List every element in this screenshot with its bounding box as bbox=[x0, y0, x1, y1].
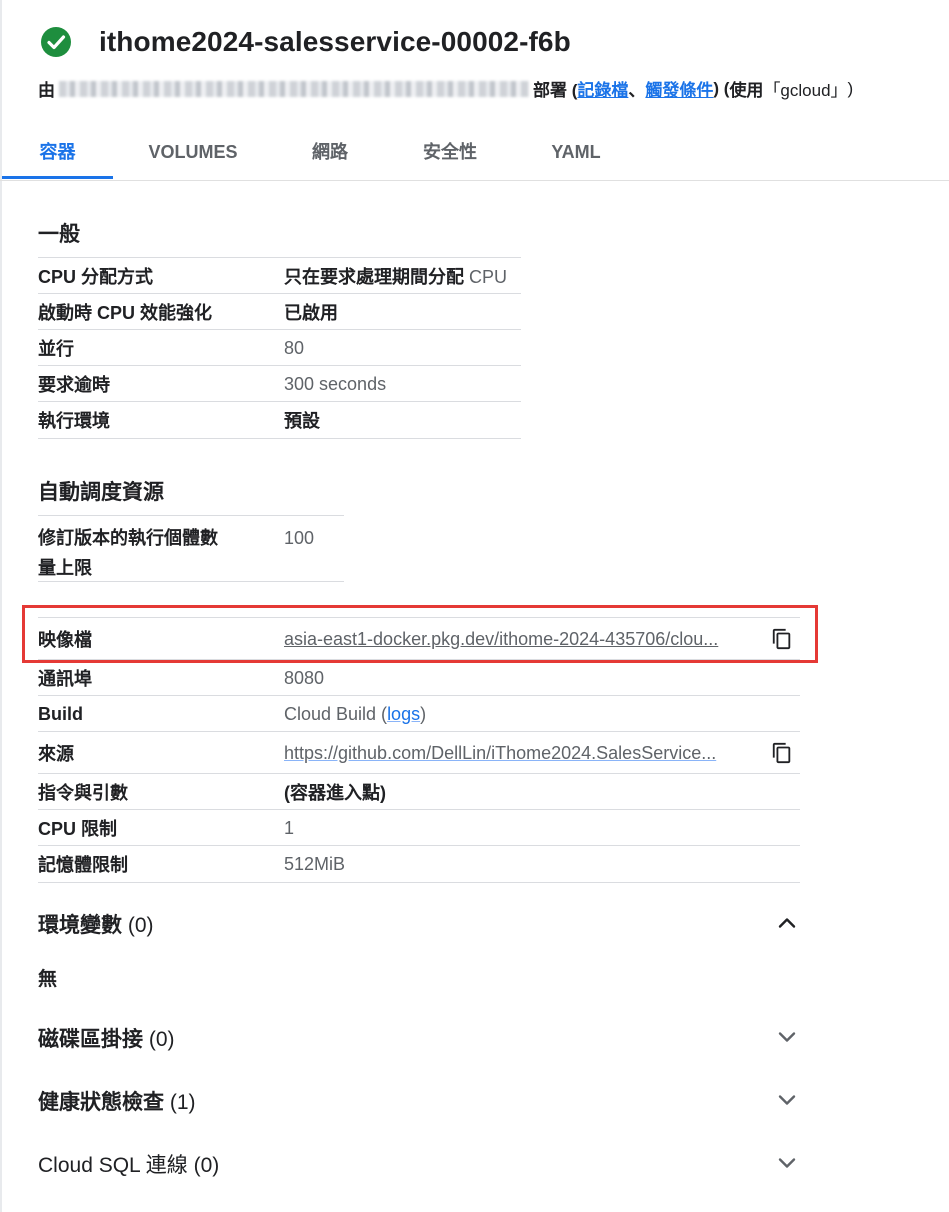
table-row: 指令與引數 (容器進入點) bbox=[38, 773, 800, 810]
table-row: 要求逾時 300 seconds bbox=[38, 365, 521, 402]
table-row: 修訂版本的執行個體數 量上限 100 bbox=[38, 515, 344, 582]
env-vars-empty: 無 bbox=[38, 969, 58, 990]
concurrency-key: 並行 bbox=[38, 339, 74, 359]
copy-icon[interactable] bbox=[771, 742, 793, 764]
table-row: 來源 https://github.com/DellLin/iThome2024… bbox=[38, 731, 800, 774]
cloudsql-connections-label: Cloud SQL 連線 (0) bbox=[38, 1154, 220, 1177]
volume-mounts-label: 磁碟區掛接 (0) bbox=[38, 1028, 175, 1051]
execution-env-value: 預設 bbox=[284, 411, 320, 431]
separator: 、 bbox=[628, 81, 646, 100]
deploy-suffix-2: ) bbox=[847, 78, 854, 98]
active-tab-indicator bbox=[2, 176, 113, 179]
request-timeout-value: 300 seconds bbox=[284, 373, 387, 394]
build-logs-link[interactable]: logs bbox=[387, 704, 420, 724]
autoscale-section-title: 自動調度資源 bbox=[38, 481, 164, 504]
tab-bar: 容器 VOLUMES 網路 安全性 YAML bbox=[0, 126, 949, 181]
cpu-limit-value: 1 bbox=[284, 817, 295, 838]
revision-title: ithome2024-salesservice-00002-f6b bbox=[99, 26, 571, 57]
chevron-down-icon[interactable] bbox=[775, 1151, 799, 1175]
env-vars-label: 環境變數 (0) bbox=[38, 914, 154, 937]
page-header: ithome2024-salesservice-00002-f6b bbox=[40, 26, 571, 58]
concurrency-value: 80 bbox=[284, 337, 305, 358]
memory-limit-key: 記憶體限制 bbox=[38, 855, 128, 875]
tab-yaml[interactable]: YAML bbox=[530, 126, 622, 179]
memory-limit-value: 512MiB bbox=[284, 853, 346, 874]
health-checks-header[interactable]: 健康狀態檢查 (1) bbox=[38, 1086, 800, 1116]
chevron-down-icon[interactable] bbox=[775, 1088, 799, 1112]
table-row: CPU 限制 1 bbox=[38, 809, 800, 846]
trigger-link[interactable]: 觸發條件 bbox=[645, 76, 713, 101]
deploy-info: 由 部署 ( 記錄檔 、 觸發條件 ) ( 使用 「gcloud」 ) bbox=[38, 76, 853, 101]
tab-security[interactable]: 安全性 bbox=[400, 126, 500, 179]
cloudsql-connections-header[interactable]: Cloud SQL 連線 (0) bbox=[38, 1149, 800, 1179]
chevron-down-icon[interactable] bbox=[775, 1025, 799, 1049]
source-link[interactable]: https://github.com/DellLin/iThome2024.Sa… bbox=[284, 743, 716, 764]
max-instances-key: 修訂版本的執行個體數 量上限 bbox=[38, 528, 218, 578]
check-circle-icon bbox=[41, 27, 71, 57]
table-row: 執行環境 預設 bbox=[38, 401, 521, 439]
env-vars-header[interactable]: 環境變數 (0) bbox=[38, 909, 800, 939]
command-args-key: 指令與引數 bbox=[38, 783, 128, 803]
max-instances-value: 100 bbox=[284, 528, 315, 548]
chevron-up-icon[interactable] bbox=[775, 911, 799, 935]
tab-volumes[interactable]: VOLUMES bbox=[128, 126, 258, 179]
table-row: 並行 80 bbox=[38, 329, 521, 366]
tab-containers[interactable]: 容器 bbox=[2, 126, 113, 179]
build-key: Build bbox=[38, 703, 83, 724]
gcloud-text: 「gcloud」 bbox=[763, 81, 848, 100]
startup-boost-value: 已啟用 bbox=[284, 303, 338, 323]
tab-networking[interactable]: 網路 bbox=[290, 126, 370, 179]
request-timeout-key: 要求逾時 bbox=[38, 375, 110, 395]
deploy-suffix-1: ) ( bbox=[713, 78, 730, 98]
use-text: 使用 bbox=[729, 81, 764, 100]
table-row: 記憶體限制 512MiB bbox=[38, 845, 800, 883]
source-key: 來源 bbox=[38, 744, 74, 764]
table-row: 通訊埠 8080 bbox=[38, 659, 800, 696]
deploy-text: 部署 ( bbox=[533, 81, 578, 100]
deploy-prefix: 由 bbox=[38, 81, 55, 100]
left-border bbox=[0, 0, 2, 1212]
execution-env-key: 執行環境 bbox=[38, 411, 110, 431]
highlight-box bbox=[22, 605, 818, 663]
table-row: CPU 分配方式 只在要求處理期間分配 CPU bbox=[38, 257, 521, 294]
build-value: Cloud Build (logs) bbox=[284, 703, 427, 724]
cpu-allocation-key: CPU 分配方式 bbox=[38, 267, 154, 287]
table-row: Build Cloud Build (logs) bbox=[38, 695, 800, 732]
logs-link[interactable]: 記錄檔 bbox=[577, 76, 628, 101]
table-row: 啟動時 CPU 效能強化 已啟用 bbox=[38, 293, 521, 330]
volume-mounts-header[interactable]: 磁碟區掛接 (0) bbox=[38, 1023, 800, 1053]
general-section-title: 一般 bbox=[38, 223, 80, 246]
port-key: 通訊埠 bbox=[38, 669, 92, 689]
cpu-allocation-value: 只在要求處理期間分配 CPU bbox=[284, 267, 508, 287]
port-value: 8080 bbox=[284, 667, 325, 688]
startup-boost-key: 啟動時 CPU 效能強化 bbox=[38, 303, 213, 323]
command-args-value: (容器進入點) bbox=[284, 783, 386, 803]
cpu-limit-key: CPU 限制 bbox=[38, 819, 118, 839]
redacted-author bbox=[59, 80, 529, 97]
health-checks-label: 健康狀態檢查 (1) bbox=[38, 1091, 196, 1114]
